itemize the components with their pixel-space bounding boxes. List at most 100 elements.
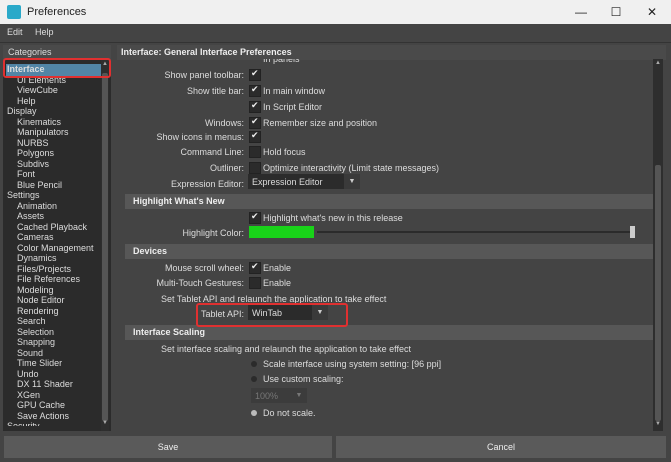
panel-header: Interface: General Interface Preferences <box>117 45 666 60</box>
hold-focus-label: Hold focus <box>263 147 306 157</box>
hold-focus-checkbox[interactable] <box>249 146 261 158</box>
show-panel-toolbar-label: Show panel toolbar: <box>164 70 244 80</box>
sidebar-item-gpu-cache[interactable]: GPU Cache <box>17 400 65 410</box>
menu-help[interactable]: Help <box>35 27 54 37</box>
multi-touch-enable-label: Enable <box>263 278 292 288</box>
sidebar-item-animation[interactable]: Animation <box>17 201 57 211</box>
sidebar-item-assets[interactable]: Assets <box>17 211 44 221</box>
tablet-api-highlight-box <box>196 303 348 327</box>
section-interface-scaling[interactable]: Interface Scaling <box>125 325 655 340</box>
section-scaling-title: Interface Scaling <box>133 327 206 337</box>
sidebar-item-settings[interactable]: Settings <box>7 190 40 200</box>
highlight-color-swatch[interactable] <box>249 226 314 238</box>
show-icons-in-menus-checkbox[interactable] <box>249 130 261 143</box>
categories-panel: Categories Interface UI Elements ViewCube H… <box>3 45 111 431</box>
scroll-up-arrow-icon[interactable]: ▲ <box>653 60 663 66</box>
windows-label: Windows: <box>204 118 244 128</box>
sidebar-item-snapping[interactable]: Snapping <box>17 337 55 347</box>
sidebar-item-kinematics[interactable]: Kinematics <box>17 117 61 127</box>
sidebar-item-font[interactable]: Font <box>17 169 35 179</box>
sidebar-item-color-management[interactable]: Color Management <box>17 243 94 253</box>
panel-title: Interface: General Interface Preferences <box>121 47 292 57</box>
minimize-button[interactable]: — <box>563 0 599 24</box>
menu-edit[interactable]: Edit <box>7 27 23 37</box>
app-icon <box>7 5 21 19</box>
highlight-color-slider-track[interactable] <box>317 231 635 233</box>
sidebar-item-display[interactable]: Display <box>7 106 37 116</box>
scale-custom-radio[interactable] <box>251 376 257 382</box>
in-main-window-label: In main window <box>263 86 326 96</box>
scale-system-label: Scale interface using system setting: [9… <box>263 359 442 369</box>
sidebar-item-rendering[interactable]: Rendering <box>17 306 59 316</box>
close-button[interactable]: ✕ <box>634 0 670 24</box>
optimize-interactivity-label: Optimize interactivity (Limit state mess… <box>263 163 440 173</box>
cancel-button[interactable]: Cancel <box>336 436 666 458</box>
highlight-whats-new-checkbox[interactable] <box>249 211 261 224</box>
chevron-down-icon: ▼ <box>291 388 307 403</box>
sidebar-item-file-references[interactable]: File References <box>17 274 80 284</box>
in-script-editor-checkbox[interactable] <box>249 100 261 113</box>
scroll-down-arrow-icon[interactable]: ▼ <box>101 420 109 426</box>
mouse-scroll-wheel-label: Mouse scroll wheel: <box>164 263 244 273</box>
sidebar-item-modeling[interactable]: Modeling <box>17 285 54 295</box>
show-icons-in-menus-label: Show icons in menus: <box>156 132 244 142</box>
panel-scroll-thumb[interactable] <box>655 165 661 421</box>
maximize-button[interactable]: ☐ <box>598 0 634 24</box>
remember-size-label: Remember size and position <box>263 118 378 128</box>
custom-scaling-dropdown[interactable]: 100% ▼ <box>251 388 307 403</box>
sidebar-item-subdivs[interactable]: Subdivs <box>17 159 49 169</box>
interface-highlight-box <box>3 58 111 78</box>
sidebar-item-cameras[interactable]: Cameras <box>17 232 54 242</box>
multi-touch-label: Multi-Touch Gestures: <box>156 278 244 288</box>
categories-header-label: Categories <box>8 47 52 57</box>
scale-system-radio[interactable] <box>251 361 257 367</box>
sidebar-item-nurbs[interactable]: NURBS <box>17 138 49 148</box>
scroll-down-arrow-icon[interactable]: ▼ <box>653 421 663 427</box>
sidebar-item-save-actions[interactable]: Save Actions <box>17 411 69 421</box>
command-line-label: Command Line: <box>180 147 244 157</box>
show-panel-toolbar-checkbox[interactable] <box>249 68 261 81</box>
sidebar-item-selection[interactable]: Selection <box>17 327 54 337</box>
categories-scroll-thumb[interactable] <box>102 73 108 421</box>
menu-bar: Edit Help <box>0 24 671 42</box>
scaling-note: Set interface scaling and relaunch the a… <box>161 344 411 354</box>
categories-scrollbar[interactable]: ▲ ▼ <box>101 59 109 431</box>
in-main-window-checkbox[interactable] <box>249 84 261 97</box>
sidebar-item-undo[interactable]: Undo <box>17 369 39 379</box>
menu-divider <box>0 42 671 43</box>
sidebar-item-manipulators[interactable]: Manipulators <box>17 127 69 137</box>
mouse-scroll-wheel-checkbox[interactable] <box>249 261 261 274</box>
sidebar-item-cached-playback[interactable]: Cached Playback <box>17 222 87 232</box>
do-not-scale-radio[interactable] <box>251 410 257 416</box>
expression-editor-dropdown[interactable]: Expression Editor ▼ <box>248 174 360 189</box>
sidebar-item-dynamics[interactable]: Dynamics <box>17 253 57 263</box>
sidebar-item-dx-11-shader[interactable]: DX 11 Shader <box>17 379 73 389</box>
highlight-color-label: Highlight Color: <box>182 228 244 238</box>
expression-editor-value: Expression Editor <box>252 177 323 187</box>
optimize-interactivity-checkbox[interactable] <box>249 162 261 174</box>
preferences-panel: Interface: General Interface Preferences… <box>117 45 666 431</box>
sidebar-item-polygons[interactable]: Polygons <box>17 148 54 158</box>
section-highlight-whats-new[interactable]: Highlight What's New <box>125 194 655 209</box>
sidebar-item-blue-pencil[interactable]: Blue Pencil <box>17 180 62 190</box>
sidebar-item-search[interactable]: Search <box>17 316 46 326</box>
sidebar-item-help[interactable]: Help <box>17 96 36 106</box>
sidebar-item-time-slider[interactable]: Time Slider <box>17 358 62 368</box>
remember-size-checkbox[interactable] <box>249 116 261 129</box>
section-devices[interactable]: Devices <box>125 244 655 259</box>
sidebar-item-viewcube[interactable]: ViewCube <box>17 85 58 95</box>
sidebar-item-xgen[interactable]: XGen <box>17 390 40 400</box>
highlight-color-slider-handle[interactable] <box>630 226 635 238</box>
section-devices-title: Devices <box>133 246 168 256</box>
sidebar-item-node-editor[interactable]: Node Editor <box>17 295 65 305</box>
section-highlight-title: Highlight What's New <box>133 196 225 206</box>
show-title-bar-label: Show title bar: <box>186 86 244 96</box>
panel-scrollbar[interactable]: ▲ ▼ <box>653 59 663 431</box>
save-button[interactable]: Save <box>4 436 332 458</box>
sidebar-item-sound[interactable]: Sound <box>17 348 43 358</box>
sidebar-item-files-projects[interactable]: Files/Projects <box>17 264 71 274</box>
multi-touch-checkbox[interactable] <box>249 277 261 289</box>
chevron-down-icon: ▼ <box>344 174 360 189</box>
sidebar-item-security[interactable]: Security <box>7 421 40 426</box>
bottom-bar: Save Cancel <box>0 436 671 462</box>
